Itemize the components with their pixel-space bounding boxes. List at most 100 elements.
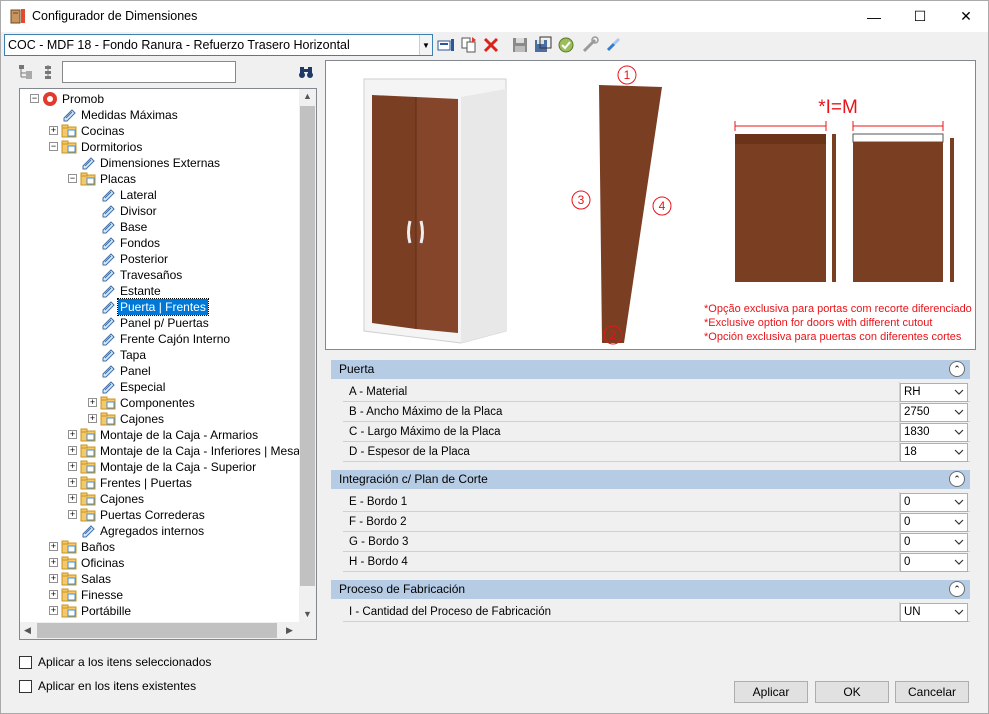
delete-icon[interactable]	[482, 36, 500, 54]
tree-item-label[interactable]: Puerta | Frentes	[117, 298, 209, 316]
properties-icon[interactable]	[437, 36, 455, 54]
tree-item-label[interactable]: Especial	[118, 379, 167, 395]
maximize-button[interactable]: ☐	[897, 1, 943, 32]
collapse-icon[interactable]: −	[49, 142, 58, 151]
tree-item-label[interactable]: Frente Cajón Interno	[118, 331, 232, 347]
expand-icon[interactable]: +	[68, 462, 77, 471]
tree-horizontal-scroll-thumb[interactable]	[37, 623, 277, 638]
property-value-select[interactable]: 18	[900, 443, 968, 462]
tree-item[interactable]: Panel	[20, 363, 300, 379]
tree-item[interactable]: + Montaje de la Caja - Armarios	[20, 427, 300, 443]
tree-item[interactable]: − Promob	[20, 91, 300, 107]
tree-collapse-icon[interactable]	[40, 64, 56, 80]
tree-item[interactable]: Travesaños	[20, 267, 300, 283]
expand-icon[interactable]: +	[68, 478, 77, 487]
scroll-left-icon[interactable]: ◀	[24, 625, 31, 636]
expand-icon[interactable]: +	[49, 606, 58, 615]
expand-icon[interactable]: +	[68, 430, 77, 439]
tools-icon[interactable]	[581, 36, 599, 54]
property-value-select[interactable]: 0	[900, 493, 968, 512]
tree-item[interactable]: Posterior	[20, 251, 300, 267]
tree-item[interactable]: Panel p/ Puertas	[20, 315, 300, 331]
tree-item[interactable]: + Cocinas	[20, 123, 300, 139]
tree-item[interactable]: + Componentes	[20, 395, 300, 411]
apply-button[interactable]: Aplicar	[734, 681, 808, 703]
tree-item-label[interactable]: Lateral	[118, 187, 159, 203]
ok-button[interactable]: OK	[815, 681, 889, 703]
tree-vertical-scroll-thumb[interactable]	[300, 106, 315, 586]
tree-item[interactable]: Estante	[20, 283, 300, 299]
category-tree[interactable]: − Promob Medidas Máximas + Cocinas − Dormitori…	[19, 88, 317, 640]
expand-icon[interactable]: +	[68, 510, 77, 519]
minimize-button[interactable]: —	[851, 1, 897, 32]
configuration-selector[interactable]: COC - MDF 18 - Fondo Ranura - Refuerzo T…	[4, 34, 433, 56]
tree-item-label[interactable]: Cajones	[98, 491, 146, 507]
tree-item-label[interactable]: Tapa	[118, 347, 148, 363]
expand-icon[interactable]: +	[49, 558, 58, 567]
copy-icon[interactable]	[460, 36, 478, 54]
tree-item[interactable]: + Frentes | Puertas	[20, 475, 300, 491]
collapse-icon[interactable]: −	[68, 174, 77, 183]
save-as-icon[interactable]	[534, 36, 552, 54]
apply-icon[interactable]	[557, 36, 575, 54]
expand-icon[interactable]: +	[68, 494, 77, 503]
tree-item[interactable]: Medidas Máximas	[20, 107, 300, 123]
scroll-right-icon[interactable]: ▶	[286, 625, 293, 636]
tree-item-label[interactable]: Dormitorios	[79, 139, 144, 155]
tree-item[interactable]: − Dormitorios	[20, 139, 300, 155]
tree-item[interactable]: + Montaje de la Caja - Superior	[20, 459, 300, 475]
tree-item[interactable]: + Portábille	[20, 603, 300, 619]
tree-search-input[interactable]	[62, 61, 236, 83]
tree-item[interactable]: Lateral	[20, 187, 300, 203]
save-icon[interactable]	[511, 36, 529, 54]
chevron-down-icon[interactable]	[954, 497, 964, 507]
property-value-select[interactable]: 0	[900, 533, 968, 552]
chevron-down-icon[interactable]	[954, 427, 964, 437]
tree-item[interactable]: Tapa	[20, 347, 300, 363]
property-value-select[interactable]: UN	[900, 603, 968, 622]
apply-selected-option[interactable]: Aplicar a los itens seleccionados	[19, 654, 211, 670]
collapse-section-icon[interactable]: ⌃	[949, 581, 965, 597]
tree-item-label[interactable]: Cocinas	[79, 123, 126, 139]
property-value-select[interactable]: 1830	[900, 423, 968, 442]
property-section-header[interactable]: Integración c/ Plan de Corte ⌃	[331, 470, 970, 489]
scroll-down-icon[interactable]: ▼	[303, 609, 312, 619]
tree-item-label[interactable]: Posterior	[118, 251, 170, 267]
tree-item-label[interactable]: Cajones	[118, 411, 166, 427]
tree-item-label[interactable]: Agregados internos	[98, 523, 206, 539]
apply-selected-checkbox[interactable]	[19, 655, 32, 669]
tree-item-label[interactable]: Fondos	[118, 235, 162, 251]
chevron-down-icon[interactable]	[954, 447, 964, 457]
expand-icon[interactable]: +	[49, 126, 58, 135]
tree-item-label[interactable]: Salas	[79, 571, 113, 587]
tree-item[interactable]: Fondos	[20, 235, 300, 251]
tree-item[interactable]: Divisor	[20, 203, 300, 219]
tree-item[interactable]: + Cajones	[20, 491, 300, 507]
tree-item[interactable]: + Salas	[20, 571, 300, 587]
tree-item[interactable]: + Puertas Correderas	[20, 507, 300, 523]
chevron-down-icon[interactable]	[954, 517, 964, 527]
property-section-header[interactable]: Puerta ⌃	[331, 360, 970, 379]
tree-item-label[interactable]: Portábille	[79, 603, 133, 619]
tree-horizontal-scrollbar[interactable]: ◀ ▶	[20, 622, 316, 639]
apply-existing-option[interactable]: Aplicar en los itens existentes	[19, 678, 196, 694]
scroll-up-icon[interactable]: ▲	[303, 91, 312, 101]
binoculars-icon[interactable]	[298, 64, 314, 80]
property-value-select[interactable]: 0	[900, 513, 968, 532]
link-icon[interactable]	[604, 36, 622, 54]
tree-item[interactable]: + Baños	[20, 539, 300, 555]
tree-item-label[interactable]: Baños	[79, 539, 117, 555]
expand-icon[interactable]: +	[49, 542, 58, 551]
tree-item-label[interactable]: Finesse	[79, 587, 125, 603]
expand-icon[interactable]: +	[88, 414, 97, 423]
tree-item-label[interactable]: Base	[118, 219, 149, 235]
tree-item[interactable]: Base	[20, 219, 300, 235]
tree-item-label[interactable]: Puertas Correderas	[98, 507, 207, 523]
tree-item[interactable]: Puerta | Frentes	[20, 298, 300, 316]
chevron-down-icon[interactable]	[954, 387, 964, 397]
tree-item-label[interactable]: Oficinas	[79, 555, 126, 571]
chevron-down-icon[interactable]	[954, 537, 964, 547]
property-value-select[interactable]: RH	[900, 383, 968, 402]
collapse-icon[interactable]: −	[30, 94, 39, 103]
collapse-section-icon[interactable]: ⌃	[949, 361, 965, 377]
